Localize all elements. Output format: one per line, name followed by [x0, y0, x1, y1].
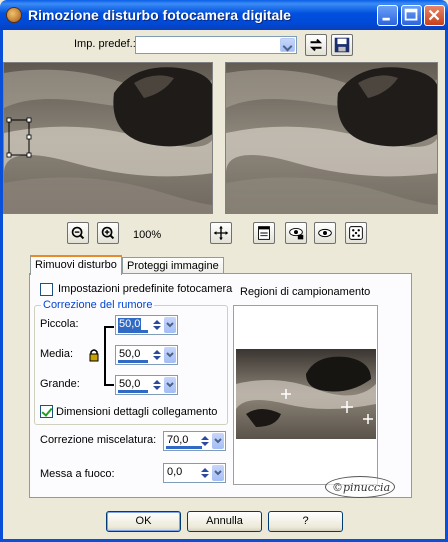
randomize-button[interactable]	[345, 222, 367, 244]
watermark-badge: ©pinuccia	[325, 476, 395, 498]
medium-label: Media:	[40, 348, 74, 360]
app-icon	[6, 7, 22, 23]
link-bracket	[104, 326, 114, 386]
minimize-button[interactable]	[377, 5, 398, 26]
zoom-in-icon	[101, 226, 115, 240]
proof-window-button[interactable]	[253, 222, 275, 244]
sampling-image[interactable]	[236, 349, 376, 439]
preview-after[interactable]	[225, 62, 438, 214]
preview-before[interactable]	[3, 62, 213, 214]
zoom-out-icon	[71, 226, 85, 240]
blend-correction-spinner[interactable]: 70,0	[163, 431, 226, 451]
floppy-disk-icon	[334, 37, 350, 53]
eye-lock-icon	[289, 228, 304, 240]
small-level-bar	[118, 330, 148, 333]
medium-level-bar	[118, 360, 148, 363]
zoom-out-button[interactable]	[67, 222, 89, 244]
up-down-arrows-icon[interactable]	[199, 433, 211, 449]
camera-defaults-checkbox[interactable]	[40, 283, 53, 296]
sampling-regions-label: Regioni di campionamento	[240, 286, 371, 298]
maximize-icon	[404, 8, 418, 21]
large-spinner[interactable]: 50,0	[115, 375, 178, 395]
small-spinner[interactable]: 50,0	[115, 315, 178, 335]
move-arrows-icon	[213, 225, 229, 241]
close-button[interactable]	[424, 5, 445, 26]
zoom-level: 100%	[133, 229, 162, 241]
camera-defaults-label: Impostazioni predefinite fotocamera	[58, 283, 233, 295]
up-down-arrows-icon[interactable]	[151, 317, 163, 333]
presets-combo[interactable]	[135, 36, 297, 54]
small-value[interactable]: 50,0	[118, 318, 142, 330]
sharpen-spinner[interactable]: 0,0	[163, 463, 226, 483]
medium-spinner[interactable]: 50,0	[115, 345, 178, 365]
window-title: Rimozione disturbo fotocamera digitale	[28, 7, 291, 23]
chevron-down-icon[interactable]	[212, 433, 224, 449]
preview-window-icon	[258, 226, 270, 240]
pan-button[interactable]	[210, 222, 232, 244]
link-details-checkbox[interactable]	[40, 405, 53, 418]
up-down-arrows-icon[interactable]	[151, 347, 163, 363]
sharpen-label: Messa a fuoco:	[40, 468, 115, 480]
watermark-text: ©pinuccia	[332, 481, 391, 494]
up-down-arrows-icon[interactable]	[151, 377, 163, 393]
tab-remove-noise[interactable]: Rimuovi disturbo	[30, 255, 122, 275]
chevron-down-icon[interactable]	[164, 317, 176, 333]
large-value[interactable]: 50,0	[118, 378, 141, 390]
maximize-button[interactable]	[401, 5, 422, 26]
lock-icon[interactable]	[88, 348, 100, 365]
preview-after-image	[226, 63, 437, 213]
up-down-arrows-icon[interactable]	[199, 465, 211, 481]
blend-level-bar	[166, 446, 202, 449]
proof-button[interactable]	[314, 222, 336, 244]
chevron-down-icon[interactable]	[212, 465, 224, 481]
reset-arrows-icon	[309, 38, 323, 52]
chevron-down-icon[interactable]	[164, 347, 176, 363]
large-level-bar	[118, 390, 148, 393]
auto-proof-button[interactable]	[285, 222, 307, 244]
preview-before-image	[4, 63, 212, 213]
noise-correction-title: Correzione del rumore	[41, 299, 155, 311]
chevron-down-icon[interactable]	[164, 377, 176, 393]
title-bar: Rimozione disturbo fotocamera digitale	[0, 0, 448, 30]
dice-icon	[349, 226, 363, 240]
chevron-down-icon[interactable]	[280, 38, 295, 52]
ok-button[interactable]: OK	[106, 511, 181, 532]
medium-value[interactable]: 50,0	[118, 348, 141, 360]
large-label: Grande:	[40, 378, 80, 390]
reset-preset-button[interactable]	[305, 34, 327, 56]
small-label: Piccola:	[40, 318, 79, 330]
help-button[interactable]: ?	[268, 511, 343, 532]
cancel-button[interactable]: Annulla	[187, 511, 262, 532]
link-details-label: Dimensioni dettagli collegamento	[56, 406, 218, 418]
presets-label: Imp. predef.:	[74, 38, 136, 50]
blend-correction-value[interactable]: 70,0	[166, 434, 189, 446]
zoom-in-button[interactable]	[97, 222, 119, 244]
save-preset-button[interactable]	[331, 34, 353, 56]
eye-icon	[318, 228, 332, 238]
sharpen-value[interactable]: 0,0	[166, 466, 183, 478]
blend-correction-label: Correzione miscelatura:	[40, 434, 157, 446]
minimize-icon	[382, 17, 390, 21]
close-icon	[428, 9, 440, 21]
